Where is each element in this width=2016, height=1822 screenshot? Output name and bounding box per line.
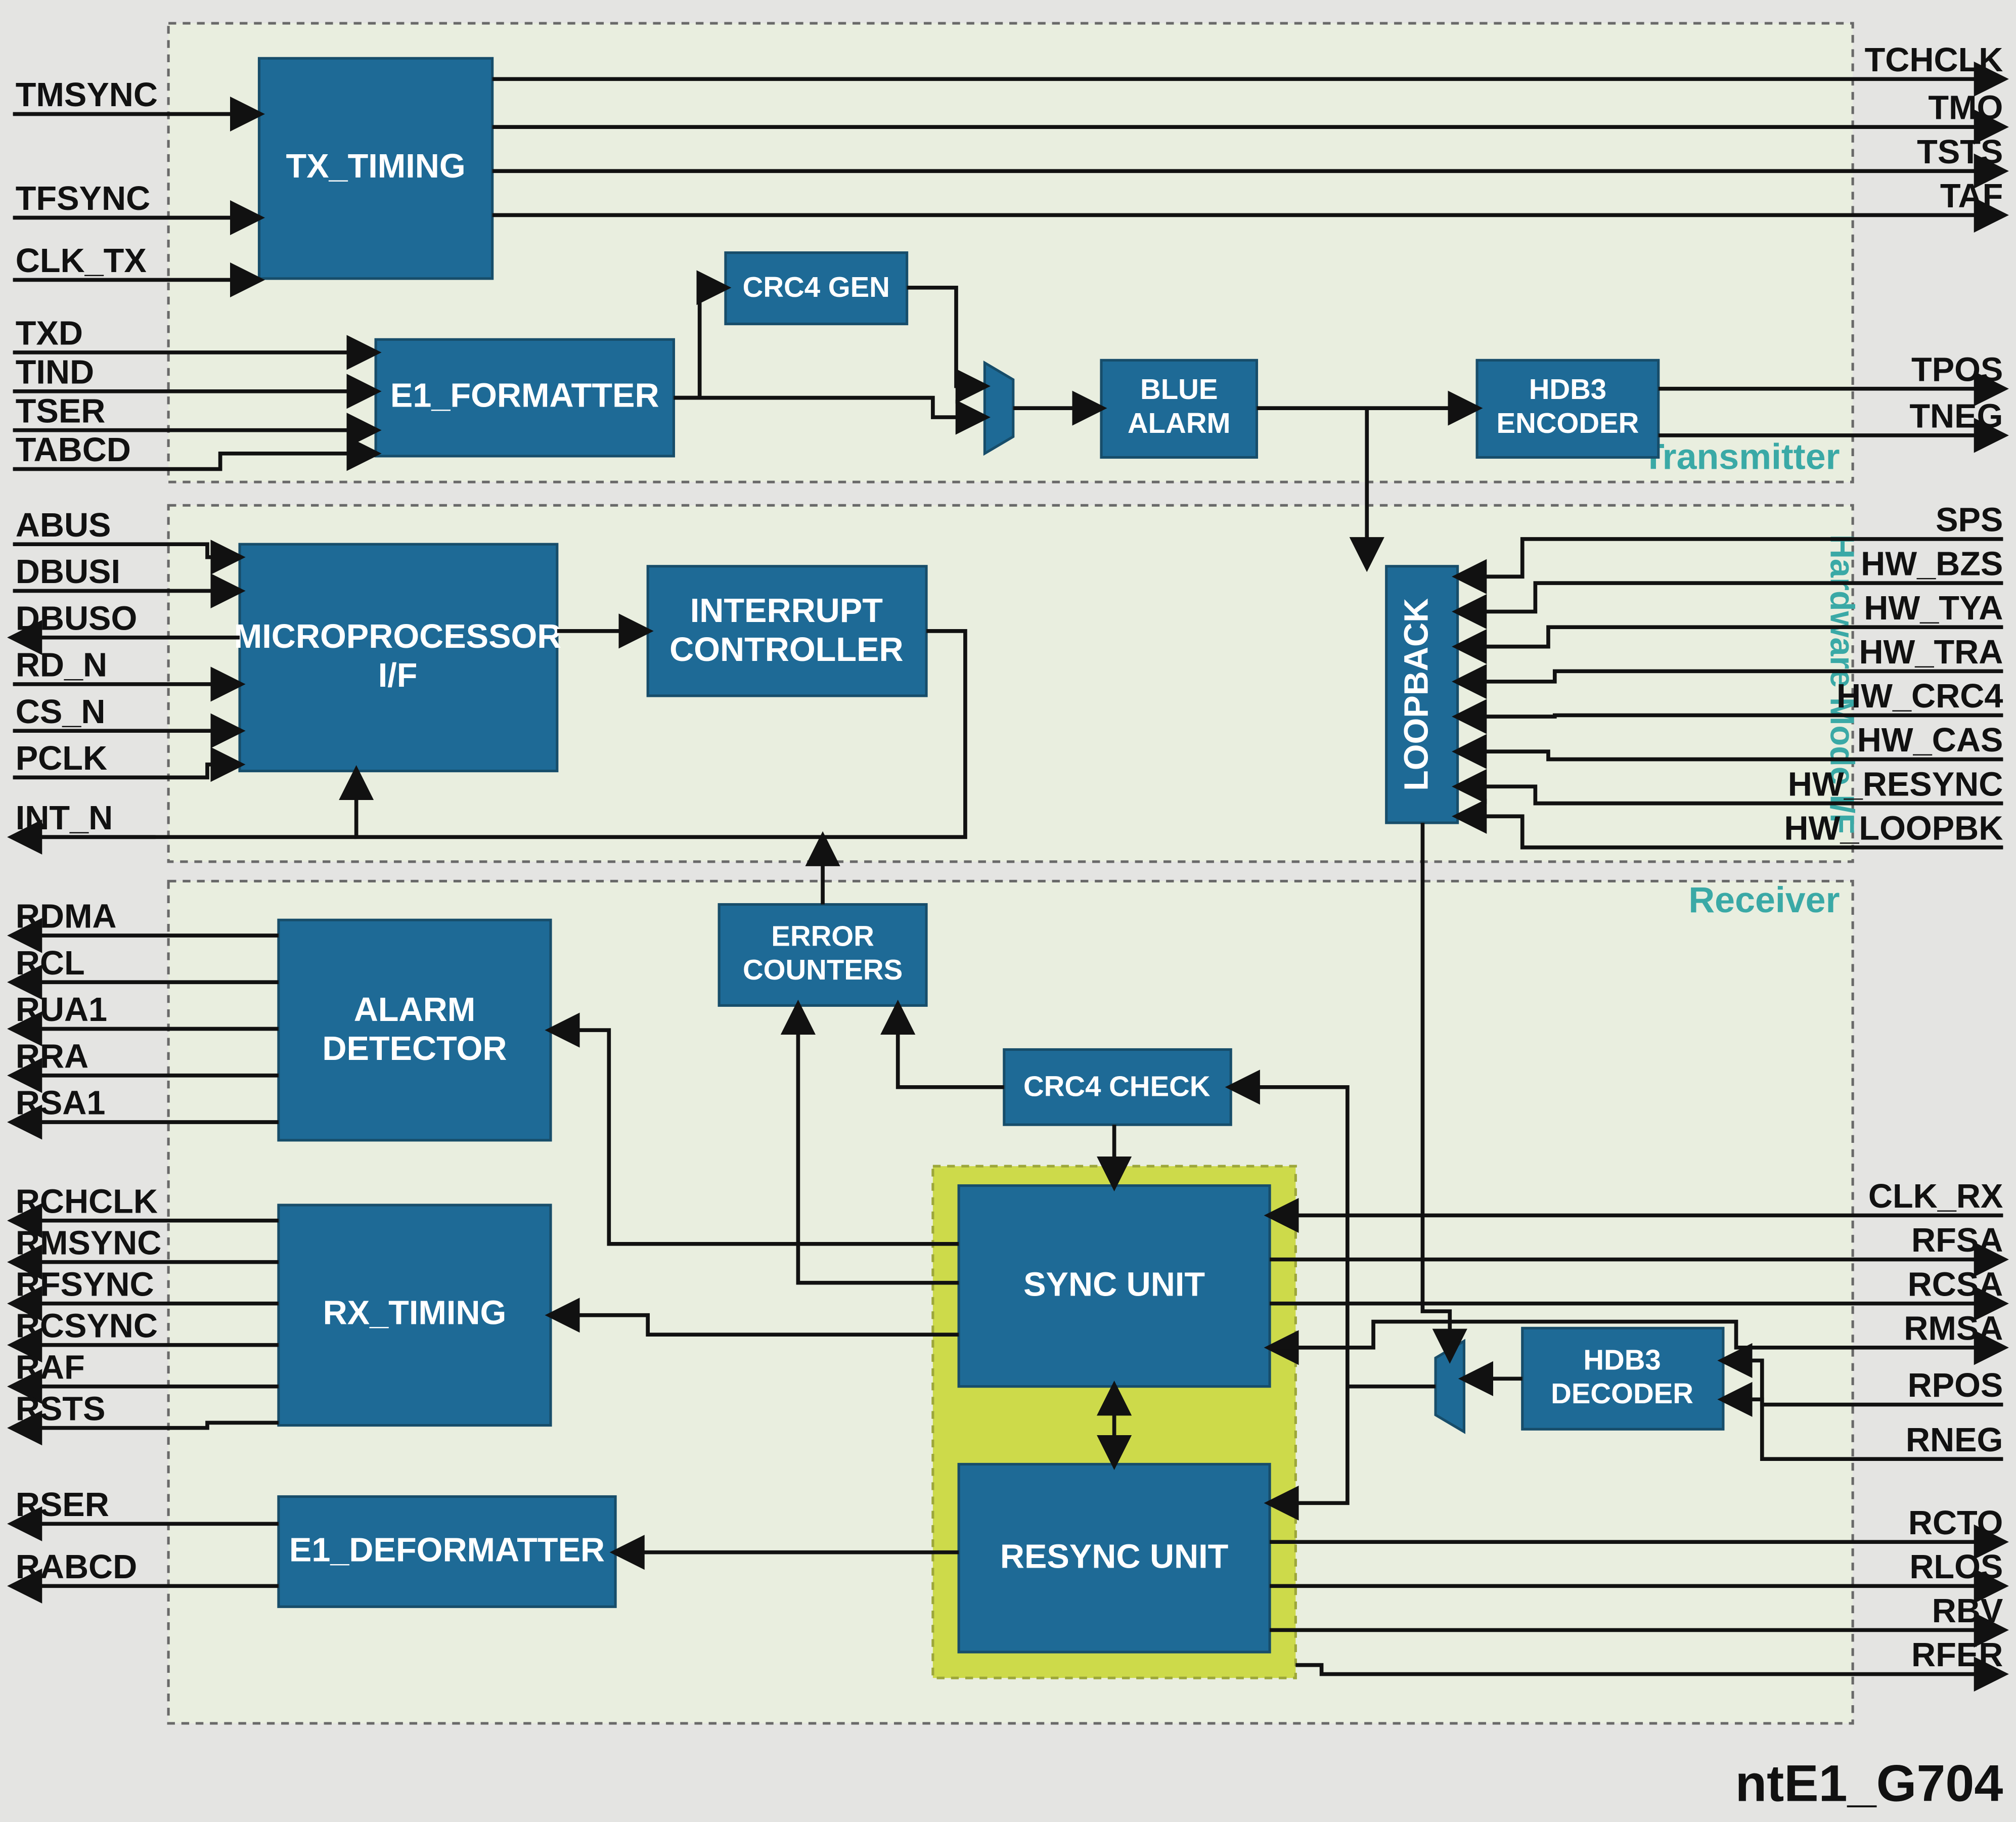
pin-rbv: RBV — [1932, 1592, 2003, 1630]
label-e1-deformat: E1_DEFORMATTER — [289, 1532, 605, 1569]
pin-txd: TXD — [16, 315, 83, 352]
label-tx-timing: TX_TIMING — [286, 148, 465, 185]
label-resync-unit: RESYNC UNIT — [1000, 1538, 1229, 1575]
pin-rsa1: RSA1 — [16, 1085, 106, 1122]
pin-rcsa: RCSA — [1908, 1266, 2003, 1303]
region-label-transmitter: Transmitter — [1642, 437, 1840, 477]
label-sync-unit: SYNC UNIT — [1023, 1266, 1205, 1303]
label-alarm-det-l2: DETECTOR — [322, 1030, 507, 1068]
label-error-cnt-l2: COUNTERS — [743, 954, 903, 986]
label-blue-alarm-l2: ALARM — [1128, 407, 1230, 439]
pin-pclk: PCLK — [16, 740, 107, 777]
pin-rpos: RPOS — [1908, 1367, 2003, 1404]
label-crc4-check: CRC4 CHECK — [1023, 1071, 1211, 1102]
pin-int-n: INT_N — [16, 799, 113, 837]
pin-hw-crc4: HW_CRC4 — [1836, 678, 2003, 715]
pin-taf: TAF — [1940, 177, 2003, 215]
pin-tind: TIND — [16, 353, 94, 391]
pin-rabcd: RABCD — [16, 1548, 138, 1586]
label-crc4-gen: CRC4 GEN — [743, 271, 890, 303]
pin-cs-n: CS_N — [16, 693, 106, 731]
pin-rchclk: RCHCLK — [16, 1183, 158, 1220]
pin-rmsa: RMSA — [1904, 1310, 2003, 1347]
label-hdb3-enc-l1: HDB3 — [1529, 373, 1606, 405]
label-intc-l2: CONTROLLER — [669, 631, 904, 669]
mux-tx — [984, 363, 1013, 453]
pin-dbusi: DBUSI — [16, 553, 120, 591]
pin-clk-tx: CLK_TX — [16, 242, 147, 280]
label-hdb3-dec-l1: HDB3 — [1583, 1344, 1661, 1375]
pin-rd-n: RD_N — [16, 647, 107, 684]
pin-abus: ABUS — [16, 507, 111, 544]
diagram-title: ntE1_G704 — [1735, 1754, 2003, 1812]
pin-rmsync: RMSYNC — [16, 1224, 162, 1262]
pin-raf: RAF — [16, 1349, 85, 1386]
pin-rra: RRA — [16, 1038, 88, 1075]
pin-hw-tra: HW_TRA — [1859, 634, 2003, 671]
region-label-receiver: Receiver — [1688, 880, 1840, 920]
label-micro-l2: I/F — [378, 657, 418, 694]
pin-rlos: RLOS — [1909, 1548, 2003, 1586]
label-error-cnt-l1: ERROR — [771, 920, 874, 952]
label-intc-l1: INTERRUPT — [690, 592, 883, 630]
pin-hw-loopbk: HW_LOOPBK — [1784, 810, 2003, 847]
pin-tchclk: TCHCLK — [1865, 41, 2003, 79]
pin-hw-cas: HW_CAS — [1857, 722, 2003, 759]
pin-rcl: RCL — [16, 945, 85, 982]
label-e1-formatter: E1_FORMATTER — [390, 377, 659, 415]
label-micro-l1: MICROPROCESSOR — [234, 618, 562, 655]
pin-tmsync: TMSYNC — [16, 76, 158, 114]
label-blue-alarm-l1: BLUE — [1140, 373, 1218, 405]
pin-tabcd: TABCD — [16, 431, 131, 469]
label-hdb3-enc-l2: ENCODER — [1497, 407, 1639, 439]
pin-hw-resync: HW_RESYNC — [1788, 766, 2003, 803]
pin-dbuso: DBUSO — [16, 600, 138, 637]
label-alarm-det-l1: ALARM — [354, 991, 475, 1029]
diagram-canvas: Transmitter Receiver Hardware Mode I/F T… — [0, 0, 2016, 1822]
pin-rfer: RFER — [1911, 1636, 2003, 1674]
pin-rneg: RNEG — [1906, 1421, 2003, 1459]
pin-hw-tya: HW_TYA — [1864, 590, 2003, 627]
label-hdb3-dec-l2: DECODER — [1551, 1377, 1693, 1409]
pin-rser: RSER — [16, 1486, 109, 1524]
pin-rcsync: RCSYNC — [16, 1307, 158, 1345]
pin-rdma: RDMA — [16, 898, 117, 936]
pin-hw-bzs: HW_BZS — [1861, 546, 2003, 583]
pin-rsts: RSTS — [16, 1390, 106, 1428]
pin-tneg: TNEG — [1909, 398, 2003, 435]
pin-tpos: TPOS — [1911, 351, 2003, 388]
pin-tfsync: TFSYNC — [16, 180, 150, 217]
pin-rfsa: RFSA — [1911, 1222, 2003, 1259]
pin-clk-rx: CLK_RX — [1868, 1178, 2003, 1215]
pin-rcto: RCTO — [1908, 1504, 2003, 1542]
pin-tmo: TMO — [1928, 90, 2003, 127]
pin-tsts: TSTS — [1917, 134, 2003, 171]
pin-rfsync: RFSYNC — [16, 1266, 154, 1303]
label-rx-timing: RX_TIMING — [323, 1295, 507, 1332]
pin-tser: TSER — [16, 392, 106, 430]
label-loopback: LOOPBACK — [1398, 598, 1436, 791]
pin-sps: SPS — [1936, 502, 2003, 539]
pin-rua1: RUA1 — [16, 991, 107, 1029]
